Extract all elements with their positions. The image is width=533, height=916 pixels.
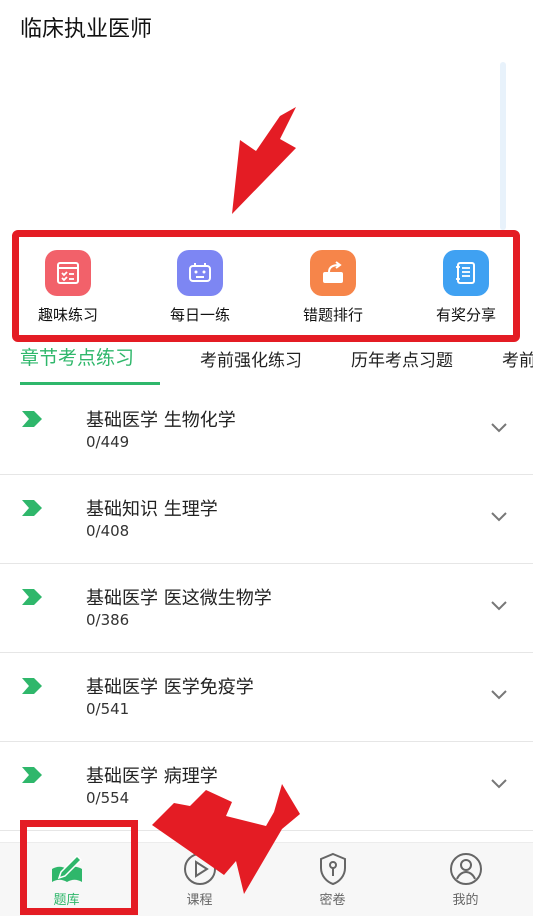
chevron-down-icon[interactable] — [490, 600, 508, 612]
chevron-down-icon[interactable] — [490, 689, 508, 701]
list-item-title: 基础医学 医这微生物学 — [86, 588, 272, 609]
chevron-down-icon[interactable] — [490, 511, 508, 523]
page-title: 临床执业医师 — [20, 17, 153, 42]
active-tab-indicator — [20, 382, 160, 385]
nav-label: 课程 — [186, 893, 213, 908]
list-item-progress: 0/554 — [86, 789, 130, 807]
list-item[interactable]: 基础知识 生理学 0/408 — [0, 475, 533, 564]
shield-key-icon — [315, 851, 351, 887]
highlight-frame-question-bank — [20, 820, 138, 915]
app-header: 临床执业医师 — [0, 0, 533, 56]
highlight-frame-quick-menu — [12, 230, 520, 342]
list-item[interactable]: 基础医学 生物化学 0/449 — [0, 386, 533, 475]
flag-icon — [22, 678, 42, 694]
nav-item-secret-papers[interactable]: 密卷 — [266, 843, 399, 916]
tab-pre-exam-practice[interactable]: 考前强化练习 — [200, 346, 302, 371]
list-item-title: 基础医学 医学免疫学 — [86, 677, 254, 698]
list-item-title: 基础知识 生理学 — [86, 499, 218, 520]
flag-icon — [22, 767, 42, 783]
chevron-down-icon[interactable] — [490, 778, 508, 790]
list-item-progress: 0/386 — [86, 611, 130, 629]
list-item[interactable]: 基础医学 病理学 0/554 — [0, 742, 533, 831]
user-icon — [448, 851, 484, 887]
list-item-title: 基础医学 病理学 — [86, 766, 218, 787]
nav-label: 密卷 — [319, 893, 346, 908]
tab-past-questions[interactable]: 历年考点习题 — [351, 346, 453, 371]
flag-icon — [22, 411, 42, 427]
tab-chapter-practice[interactable]: 章节考点练习 — [20, 343, 134, 370]
chapter-list: 基础医学 生物化学 0/449 基础知识 生理学 0/408 基础医学 医这微生… — [0, 386, 533, 831]
nav-label: 我的 — [452, 893, 479, 908]
category-tabs: 章节考点练习 考前强化练习 历年考点习题 考前 — [0, 340, 533, 386]
flag-icon — [22, 589, 42, 605]
list-item-title: 基础医学 生物化学 — [86, 410, 236, 431]
chevron-down-icon[interactable] — [490, 422, 508, 434]
list-item[interactable]: 基础医学 医学免疫学 0/541 — [0, 653, 533, 742]
flag-icon — [22, 500, 42, 516]
scroll-indicator — [500, 62, 506, 230]
play-circle-icon — [182, 851, 218, 887]
banner-area — [0, 56, 533, 232]
list-item-progress: 0/408 — [86, 522, 130, 540]
nav-item-profile[interactable]: 我的 — [399, 843, 532, 916]
nav-item-courses[interactable]: 课程 — [133, 843, 266, 916]
tab-pre-exam-more[interactable]: 考前 — [502, 346, 533, 371]
list-item[interactable]: 基础医学 医这微生物学 0/386 — [0, 564, 533, 653]
list-item-progress: 0/541 — [86, 700, 130, 718]
list-item-progress: 0/449 — [86, 433, 130, 451]
